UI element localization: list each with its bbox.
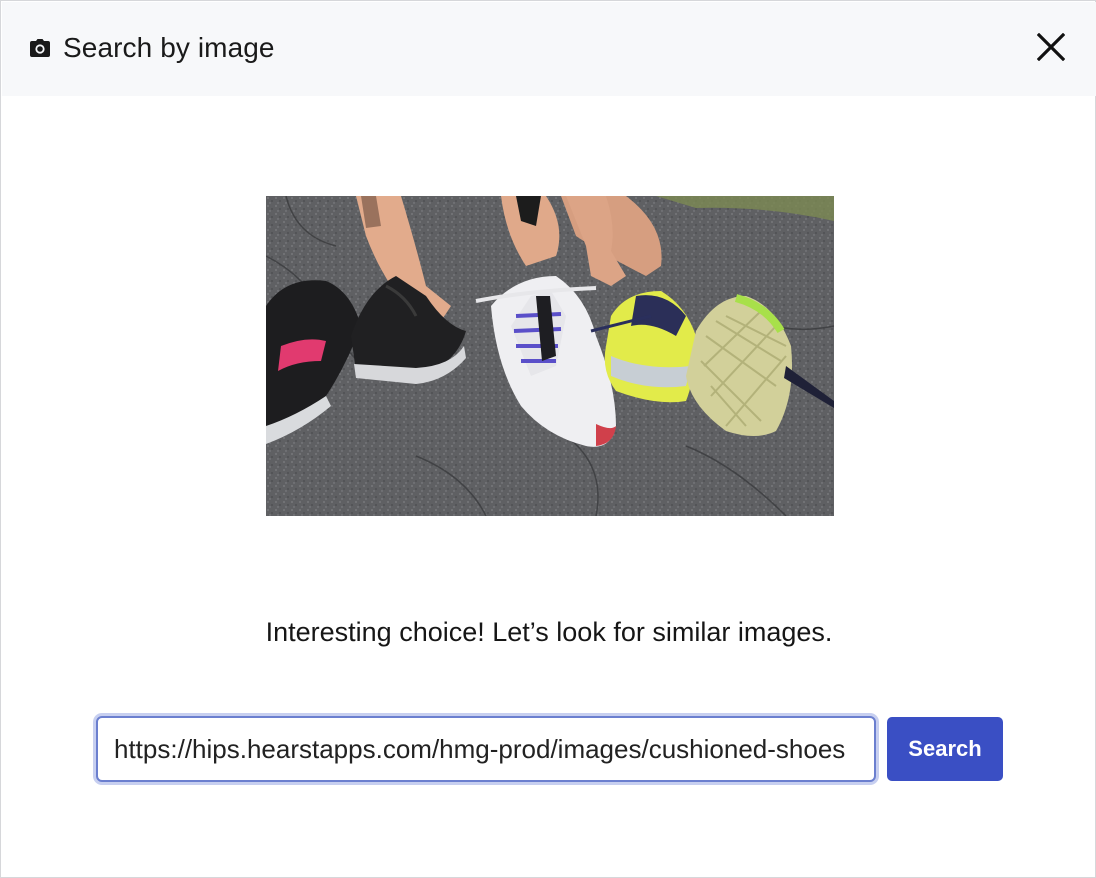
dialog-header: Search by image <box>2 2 1096 96</box>
image-url-input[interactable] <box>96 716 876 782</box>
close-icon <box>1037 33 1065 61</box>
dialog-title: Search by image <box>63 32 275 63</box>
camera-icon <box>30 39 50 57</box>
image-preview <box>266 196 834 516</box>
close-button[interactable] <box>1032 28 1070 66</box>
result-message: Interesting choice! Let’s look for simil… <box>265 617 833 647</box>
search-by-image-dialog: Search by image Interesting choice! Let’… <box>0 0 1096 878</box>
search-button[interactable]: Search <box>887 717 1003 781</box>
